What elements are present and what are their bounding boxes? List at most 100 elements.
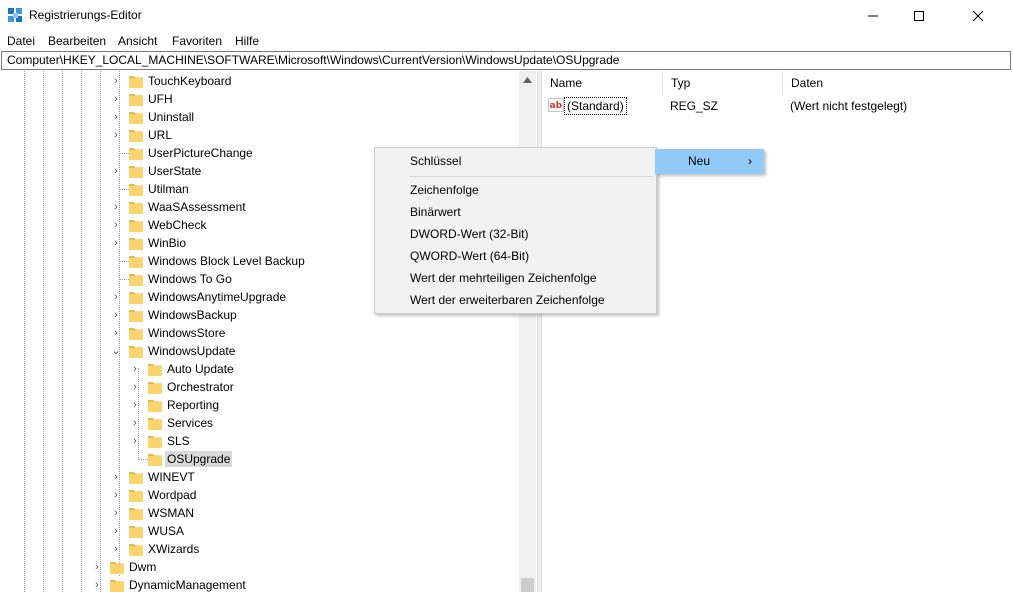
expand-chevron-icon[interactable]: › <box>111 324 121 342</box>
expand-chevron-icon[interactable]: › <box>111 306 121 324</box>
title-bar: Registrierungs-Editor <box>0 0 1013 31</box>
menu-favoriten[interactable]: Favoriten <box>172 34 222 48</box>
tree-node[interactable]: › URL <box>0 126 520 144</box>
menu-item-zeichenfolge[interactable]: Zeichenfolge <box>376 179 655 201</box>
expand-chevron-icon[interactable]: › <box>111 522 121 540</box>
tree-node[interactable]: OSUpgrade <box>0 450 520 468</box>
scroll-thumb[interactable] <box>521 578 534 592</box>
menu-ansicht[interactable]: Ansicht <box>118 34 157 48</box>
tree-connector-line <box>119 189 129 190</box>
menu-item-neu-label: Neu <box>688 154 711 168</box>
expand-chevron-icon[interactable]: › <box>130 396 140 414</box>
tree-node-label: UFH <box>148 92 173 106</box>
folder-icon <box>110 580 124 592</box>
folder-icon <box>129 220 143 232</box>
expand-chevron-icon[interactable]: › <box>111 216 121 234</box>
tree-node[interactable]: › Wordpad <box>0 486 520 504</box>
column-header-name[interactable]: Name <box>542 71 663 95</box>
tree-node[interactable]: › XWizards <box>0 540 520 558</box>
folder-icon <box>129 472 143 484</box>
folder-icon <box>129 274 143 286</box>
registry-editor-app-icon <box>8 8 22 22</box>
tree-node[interactable]: › UFH <box>0 90 520 108</box>
menu-item-multi-string[interactable]: Wert der mehrteiligen Zeichenfolge <box>376 267 655 289</box>
address-bar[interactable]: Computer\HKEY_LOCAL_MACHINE\SOFTWARE\Mic… <box>1 51 1011 70</box>
expand-chevron-icon[interactable]: › <box>111 540 121 558</box>
menu-hilfe[interactable]: Hilfe <box>235 34 259 48</box>
tree-node-label: Dwm <box>129 560 157 574</box>
tree-node[interactable]: › WSMAN <box>0 504 520 522</box>
column-header-data[interactable]: Daten <box>783 71 1013 95</box>
menu-item-qword[interactable]: QWORD-Wert (64-Bit) <box>376 245 655 267</box>
close-icon <box>972 10 983 21</box>
tree-node[interactable]: › WUSA <box>0 522 520 540</box>
expand-chevron-icon[interactable]: › <box>130 360 140 378</box>
expand-chevron-icon[interactable]: › <box>130 432 140 450</box>
folder-icon <box>129 526 143 538</box>
window-title: Registrierungs-Editor <box>29 8 142 22</box>
expand-chevron-icon[interactable]: › <box>92 576 102 592</box>
expand-chevron-icon[interactable]: › <box>111 90 121 108</box>
expand-chevron-icon[interactable]: › <box>111 504 121 522</box>
expand-chevron-icon[interactable]: › <box>130 378 140 396</box>
folder-icon <box>129 76 143 88</box>
menu-item-binaerwert[interactable]: Binärwert <box>376 201 655 223</box>
folder-icon <box>129 328 143 340</box>
value-row[interactable]: ab (Standard) REG_SZ (Wert nicht festgel… <box>542 95 1013 117</box>
tree-node-label: Services <box>167 416 214 430</box>
maximize-button[interactable] <box>896 0 942 31</box>
column-header-type[interactable]: Typ <box>663 71 783 95</box>
tree-node[interactable]: › Services <box>0 414 520 432</box>
tree-node-label: Uninstall <box>148 110 195 124</box>
folder-icon <box>129 256 143 268</box>
tree-node[interactable]: › Reporting <box>0 396 520 414</box>
value-type: REG_SZ <box>670 99 719 113</box>
folder-icon <box>148 454 162 466</box>
expand-chevron-icon[interactable]: › <box>111 468 121 486</box>
menu-item-dword[interactable]: DWORD-Wert (32-Bit) <box>376 223 655 245</box>
tree-node-label: UserPictureChange <box>148 146 253 160</box>
expand-chevron-icon[interactable]: › <box>130 414 140 432</box>
tree-node-label: SLS <box>167 434 190 448</box>
tree-node[interactable]: › SLS <box>0 432 520 450</box>
expand-chevron-icon[interactable]: › <box>92 558 102 576</box>
tree-node-label: DynamicManagement <box>129 578 246 592</box>
menu-bearbeiten[interactable]: Bearbeiten <box>48 34 106 48</box>
menu-item-expandable-string[interactable]: Wert der erweiterbaren Zeichenfolge <box>376 289 655 311</box>
menu-item-neu[interactable]: Neu › <box>655 149 764 174</box>
expand-chevron-icon[interactable]: › <box>111 234 121 252</box>
tree-node[interactable]: › Dwm <box>0 558 520 576</box>
tree-node[interactable]: › TouchKeyboard <box>0 72 520 90</box>
folder-icon <box>129 94 143 106</box>
menu-datei[interactable]: Datei <box>7 34 35 48</box>
tree-node-label: OSUpgrade <box>165 451 233 467</box>
tree-node[interactable]: ⌄ WindowsUpdate <box>0 342 520 360</box>
tree-node[interactable]: › Uninstall <box>0 108 520 126</box>
folder-icon <box>129 490 143 502</box>
scroll-up-button[interactable] <box>519 71 536 88</box>
minimize-button[interactable] <box>850 0 896 31</box>
collapse-chevron-icon[interactable]: ⌄ <box>111 342 121 360</box>
tree-node-label: Windows Block Level Backup <box>148 254 305 268</box>
tree-node-label: XWizards <box>148 542 200 556</box>
menu-item-schluessel[interactable]: Schlüssel <box>376 150 655 172</box>
tree-node[interactable]: › WindowsStore <box>0 324 520 342</box>
tree-node[interactable]: › DynamicManagement <box>0 576 520 592</box>
tree-node[interactable]: › Orchestrator <box>0 378 520 396</box>
tree-node[interactable]: › WINEVT <box>0 468 520 486</box>
folder-icon <box>129 112 143 124</box>
expand-chevron-icon[interactable]: › <box>111 162 121 180</box>
tree-connector-line <box>119 153 129 154</box>
tree-node-label: Auto Update <box>167 362 234 376</box>
close-button[interactable] <box>942 0 1013 31</box>
expand-chevron-icon[interactable]: › <box>111 288 121 306</box>
tree-node[interactable]: › Auto Update <box>0 360 520 378</box>
expand-chevron-icon[interactable]: › <box>111 72 121 90</box>
tree-node-label: TouchKeyboard <box>148 74 232 88</box>
expand-chevron-icon[interactable]: › <box>111 198 121 216</box>
expand-chevron-icon[interactable]: › <box>111 108 121 126</box>
string-value-icon-text: ab <box>550 101 563 111</box>
expand-chevron-icon[interactable]: › <box>111 126 121 144</box>
expand-chevron-icon[interactable]: › <box>111 486 121 504</box>
tree-node-label: URL <box>148 128 173 142</box>
